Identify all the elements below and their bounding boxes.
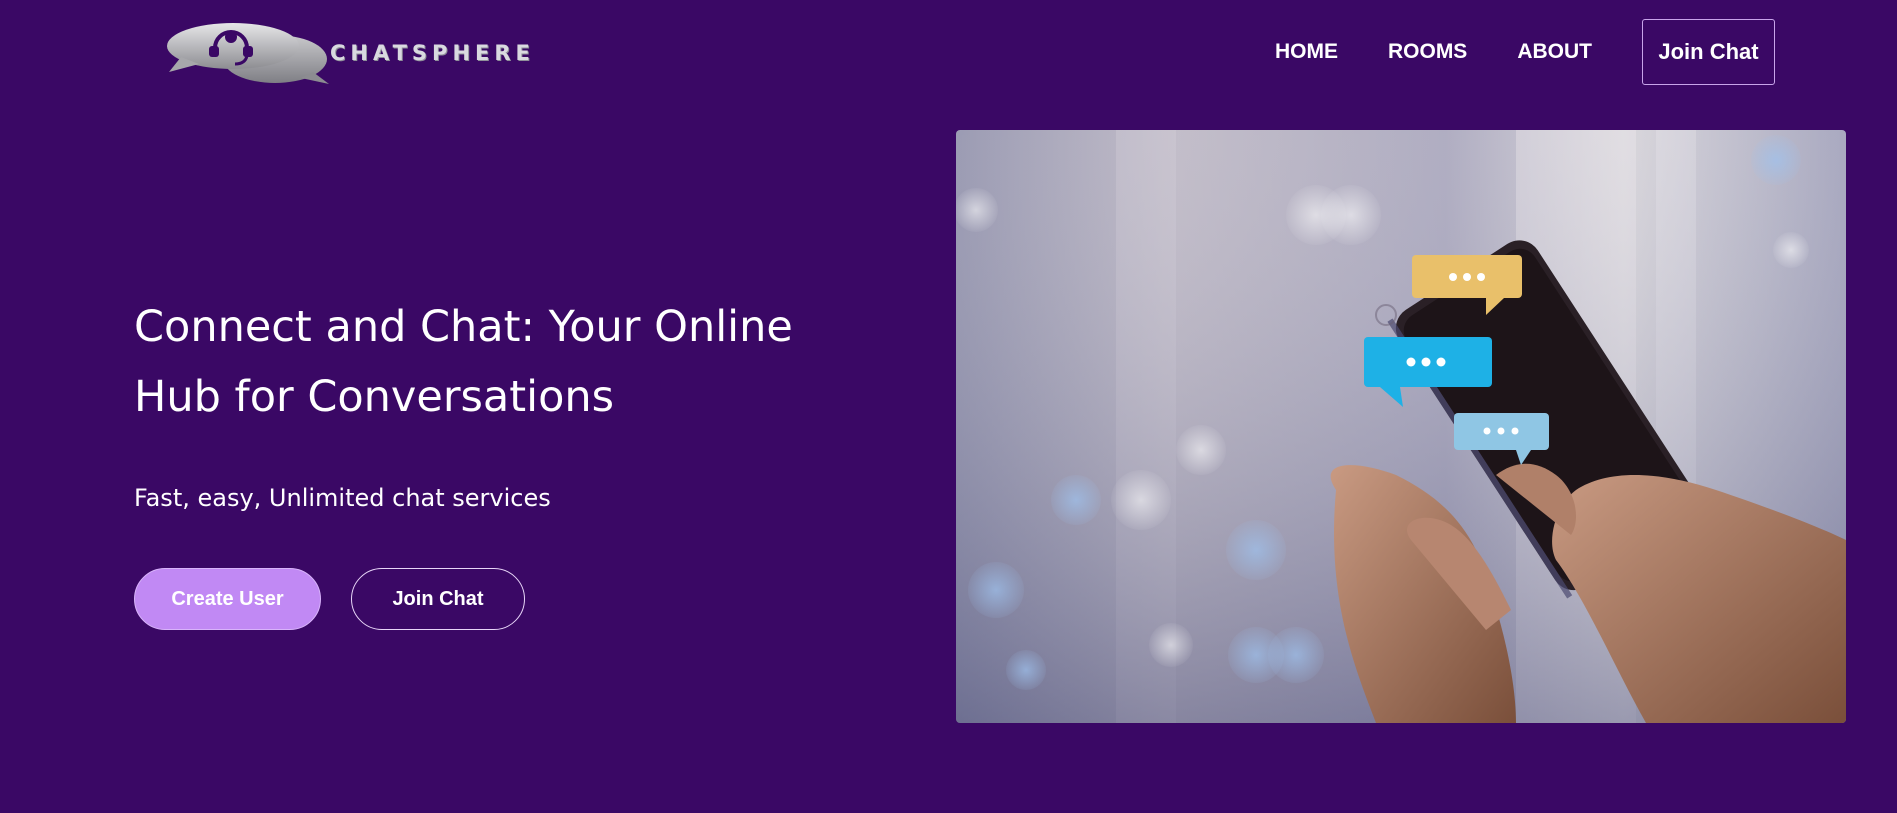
nav-join-chat-button[interactable]: Join Chat [1642,19,1775,85]
nav-rooms[interactable]: ROOMS [1388,40,1467,64]
join-chat-button[interactable]: Join Chat [351,568,525,630]
main-nav: HOME ROOMS ABOUT Join Chat [1275,19,1775,85]
logo-wordmark: CHATSPHERE [330,41,535,65]
hero-subtitle: Fast, easy, Unlimited chat services [134,484,551,512]
hero-title: Connect and Chat: Your Online Hub for Co… [134,302,793,422]
chat-bubbles-logo-icon [167,23,329,84]
nav-about[interactable]: ABOUT [1517,40,1592,64]
nav-home[interactable]: HOME [1275,40,1338,64]
phone-chat-illustration [956,130,1846,723]
create-user-button[interactable]: Create User [134,568,321,630]
brand-logo[interactable]: CHATSPHERE [163,22,573,90]
hero-image [956,130,1846,723]
